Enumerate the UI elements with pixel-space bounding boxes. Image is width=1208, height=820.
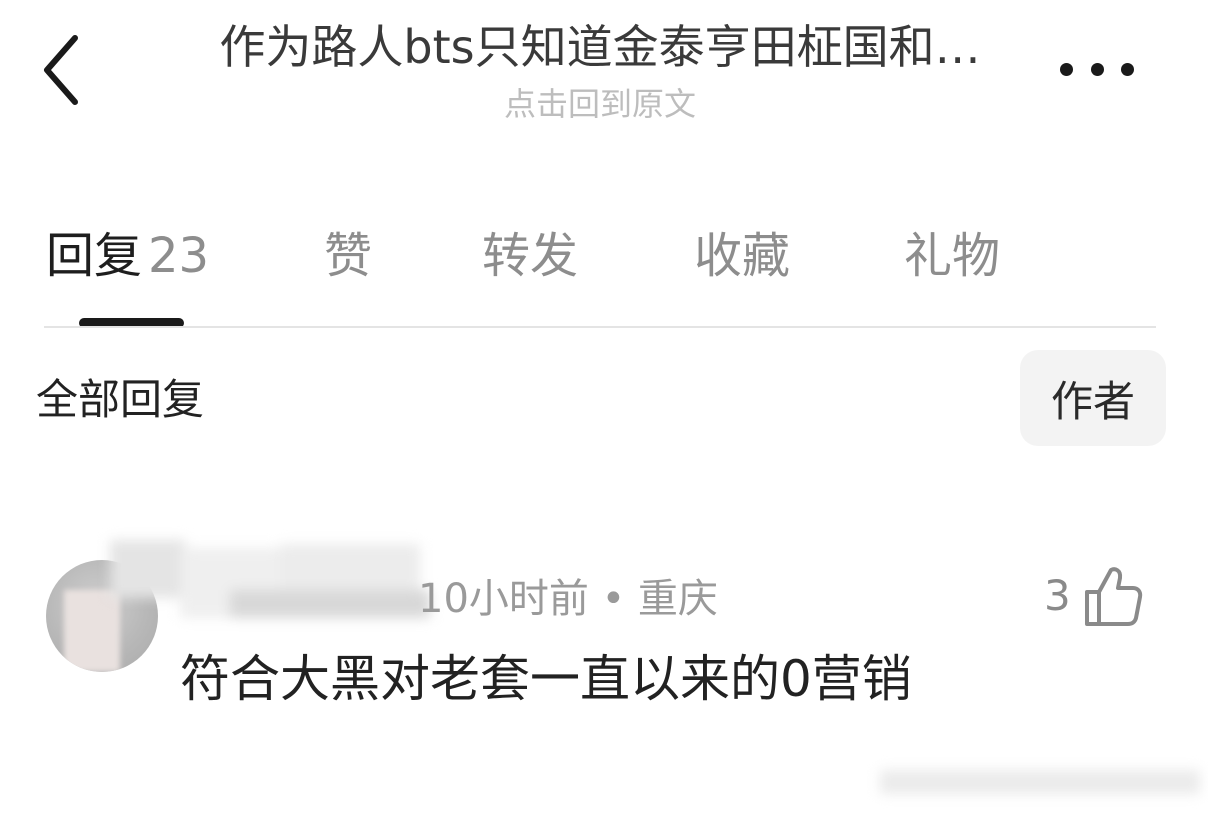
author-filter-button[interactable]: 作者 — [1020, 350, 1166, 446]
tab-favorites[interactable]: 收藏 — [694, 218, 790, 294]
tab-likes[interactable]: 赞 — [324, 218, 372, 294]
page-title: 作为路人bts只知道金泰亨田柾国和… — [219, 20, 981, 74]
watermark-redacted — [880, 760, 1200, 810]
more-button[interactable] — [1052, 44, 1142, 94]
tab-label: 收藏 — [694, 228, 791, 284]
tab-label: 转发 — [482, 228, 579, 284]
chevron-left-icon — [44, 35, 78, 105]
thumbs-up-icon — [1084, 567, 1142, 626]
all-replies-label: 全部回复 — [36, 375, 205, 424]
more-dot — [1121, 62, 1134, 76]
tab-label: 礼物 — [904, 228, 1001, 284]
tab-bar: 回复 23 赞 转发 收藏 礼物 — [46, 218, 1156, 298]
comment-meta: 10小时前 • 重庆 — [418, 576, 718, 622]
tab-replies[interactable]: 回复 23 — [46, 218, 209, 294]
tab-gifts[interactable]: 礼物 — [904, 218, 1000, 294]
header-title-area[interactable]: 作为路人bts只知道金泰亨田柾国和… 点击回到原文 — [150, 16, 1050, 126]
like-button[interactable]: 3 — [1044, 558, 1143, 634]
like-count: 3 — [1044, 571, 1071, 620]
more-horizontal-icon — [1060, 62, 1073, 76]
tab-reposts[interactable]: 转发 — [482, 218, 578, 294]
more-dot — [1090, 62, 1104, 76]
username-redacted[interactable] — [110, 540, 450, 620]
tab-label: 回复 — [46, 228, 143, 284]
back-button[interactable] — [30, 30, 92, 110]
tab-label: 赞 — [324, 228, 373, 284]
back-to-original-link[interactable]: 点击回到原文 — [150, 82, 1050, 126]
tab-divider — [44, 326, 1156, 328]
tab-count: 23 — [148, 228, 210, 284]
comment-text: 符合大黑对老套一直以来的0营销 — [180, 650, 912, 708]
